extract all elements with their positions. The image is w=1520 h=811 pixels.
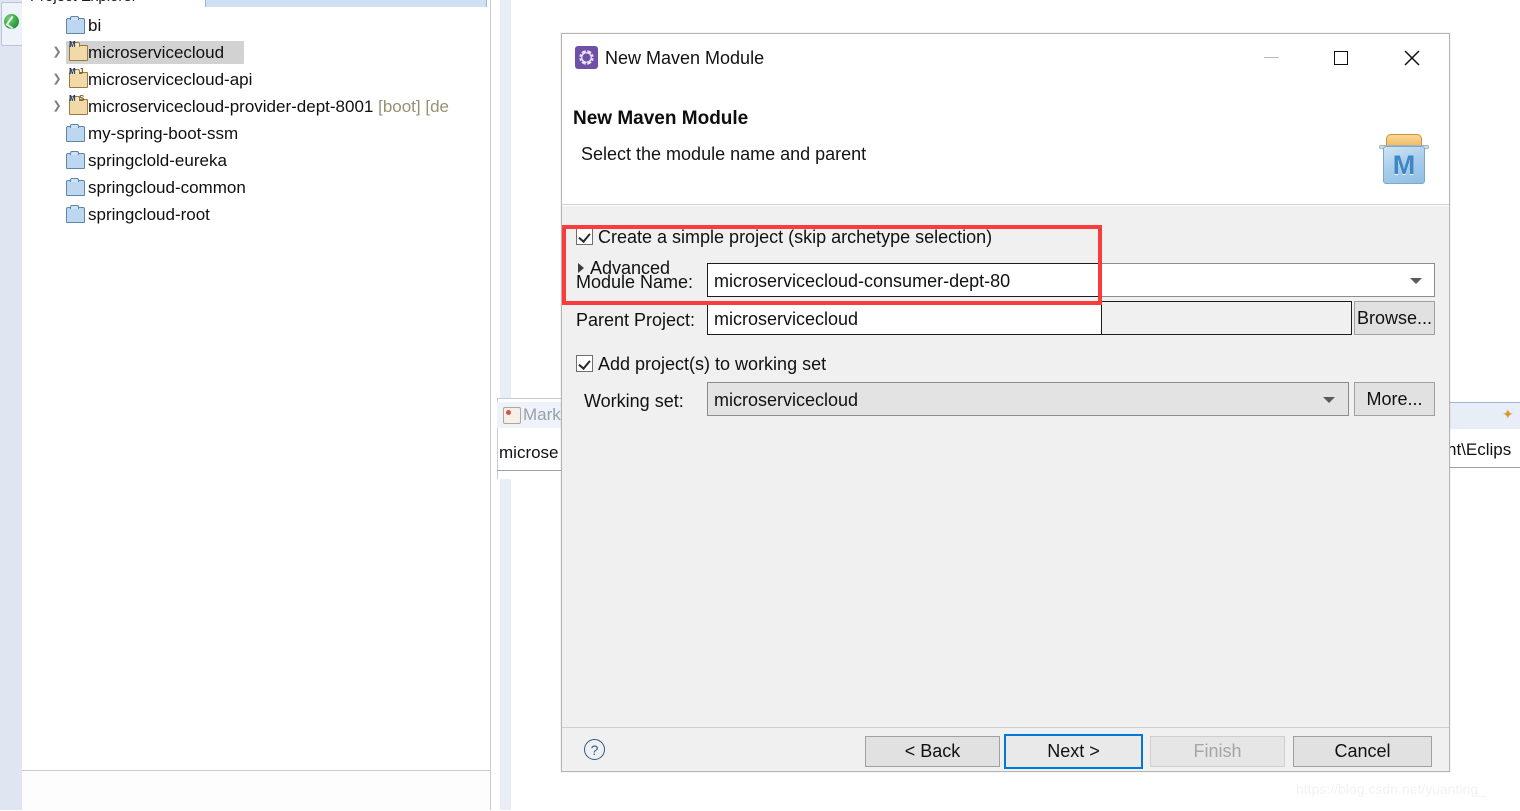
markers-row-divider: [497, 470, 563, 471]
simple-project-label[interactable]: Create a simple project (skip archetype …: [598, 228, 992, 247]
tree-item-label: microservicecloud: [88, 43, 225, 62]
dialog-header: New Maven Module Select the module name …: [562, 81, 1449, 206]
header-divider: [562, 204, 1449, 205]
new-maven-module-dialog: New Maven Module New Maven Module Select…: [561, 33, 1450, 772]
explorer-bottom-panel: [22, 770, 490, 811]
page-title: New Maven Module: [573, 108, 749, 129]
spring-badge: S: [79, 94, 85, 103]
folder-icon: [66, 151, 85, 169]
maven-logo-icon: M: [1377, 130, 1431, 185]
tab-project-explorer[interactable]: Project Explorer: [30, 0, 137, 5]
markers-icon: [503, 407, 521, 424]
folder-icon: [66, 124, 85, 142]
finish-button: Finish: [1150, 736, 1285, 767]
tree-item-label: springcloud-common: [88, 178, 246, 197]
tree-item-springclold-eureka[interactable]: springclold-eureka: [22, 147, 490, 174]
tree-item-name: microservicecloud-provider-dept-8001: [88, 97, 374, 116]
module-name-value: microservicecloud-consumer-dept-80: [714, 271, 1011, 291]
tree-item-springcloud-common[interactable]: springcloud-common: [22, 174, 490, 201]
add-to-working-set-checkbox[interactable]: [576, 355, 593, 372]
parent-project-label: Parent Project:: [576, 310, 696, 330]
more-button[interactable]: More...: [1354, 382, 1435, 416]
tree-item-my-spring-boot-ssm[interactable]: my-spring-boot-ssm: [22, 120, 490, 147]
maven-logo-letter: M: [1392, 150, 1416, 180]
pin-icon[interactable]: ✦: [1502, 406, 1514, 423]
tree-item-bi[interactable]: bi: [22, 12, 490, 39]
watermark: https://blog.csdn.net/yuanting_: [1296, 781, 1486, 797]
editor-path-text: nt\Eclips: [1447, 440, 1512, 459]
maven-gear-icon: [575, 46, 598, 69]
chevron-down-icon[interactable]: [1410, 278, 1422, 284]
folder-icon: [66, 178, 85, 196]
tree-item-label: springcloud-root: [88, 205, 210, 224]
running-indicator-icon: [4, 14, 19, 29]
maven-java-project-icon: M J: [69, 68, 88, 88]
ide-left-rail: [0, 0, 23, 810]
maven-badge: M: [69, 40, 76, 49]
chevron-down-icon[interactable]: [1323, 397, 1335, 403]
advanced-section-label: Advanced: [590, 258, 671, 278]
tree-item-microservicecloud[interactable]: ❯ M microservicecloud: [22, 39, 490, 66]
close-icon[interactable]: [1389, 34, 1435, 81]
project-explorer-view: Project Explorer bi ❯ M microserviceclou…: [22, 0, 511, 810]
cancel-button[interactable]: Cancel: [1293, 736, 1432, 767]
tab-inactive[interactable]: [205, 0, 487, 7]
dialog-title-bar[interactable]: New Maven Module: [562, 34, 1449, 81]
tree-item-label: microservicecloud-provider-dept-8001 [bo…: [88, 93, 449, 120]
chevron-right-icon[interactable]: ❯: [50, 93, 64, 120]
browse-button[interactable]: Browse...: [1354, 301, 1435, 335]
dialog-body: Create a simple project (skip archetype …: [562, 206, 1449, 727]
tree-item-microservicecloud-api[interactable]: ❯ M J microservicecloud-api: [22, 66, 490, 93]
folder-icon: [66, 16, 85, 34]
back-button[interactable]: < Back: [865, 736, 1000, 767]
project-tree[interactable]: bi ❯ M microservicecloud ❯ M J microserv…: [22, 12, 490, 228]
page-subtitle: Select the module name and parent: [581, 144, 867, 164]
markers-tab-label: Mark: [523, 405, 561, 424]
explorer-tab-bar: Project Explorer: [22, 0, 490, 10]
advanced-section-toggle[interactable]: Advanced: [578, 258, 671, 279]
editor-text-underline: [1447, 467, 1520, 468]
simple-project-checkbox[interactable]: [576, 228, 593, 245]
tree-item-label: bi: [88, 16, 102, 35]
folder-icon: [66, 205, 85, 223]
tree-item-label: microservicecloud-api: [88, 70, 253, 89]
tree-item-suffix: [boot] [de: [378, 97, 449, 116]
add-to-working-set-label[interactable]: Add project(s) to working set: [598, 355, 826, 374]
chevron-right-icon[interactable]: ❯: [50, 39, 64, 66]
working-set-label: Working set:: [584, 391, 684, 411]
maven-badge: M: [69, 67, 76, 76]
maven-spring-project-icon: M S: [69, 95, 88, 115]
next-button[interactable]: Next >: [1004, 734, 1143, 769]
markers-row-text: microse: [499, 443, 559, 462]
help-icon[interactable]: ?: [584, 739, 605, 760]
java-badge: J: [79, 67, 84, 76]
minimize-icon[interactable]: [1248, 34, 1294, 81]
tree-item-springcloud-root[interactable]: springcloud-root: [22, 201, 490, 228]
dialog-title: New Maven Module: [605, 48, 765, 68]
tree-item-label: springclold-eureka: [88, 151, 227, 170]
tree-item-microservicecloud-provider-dept-8001[interactable]: ❯ M S microservicecloud-provider-dept-80…: [22, 93, 490, 120]
maximize-icon[interactable]: [1318, 34, 1364, 81]
chevron-right-icon[interactable]: ❯: [50, 66, 64, 93]
maven-badge: M: [69, 94, 76, 103]
working-set-value: microservicecloud: [714, 390, 859, 410]
triangle-right-icon: [578, 263, 584, 273]
dialog-footer: ? < Back Next > Finish Cancel: [562, 728, 1449, 771]
parent-project-value: microservicecloud: [714, 309, 859, 329]
tree-item-label: my-spring-boot-ssm: [88, 124, 239, 143]
maven-project-icon: M: [69, 41, 88, 61]
